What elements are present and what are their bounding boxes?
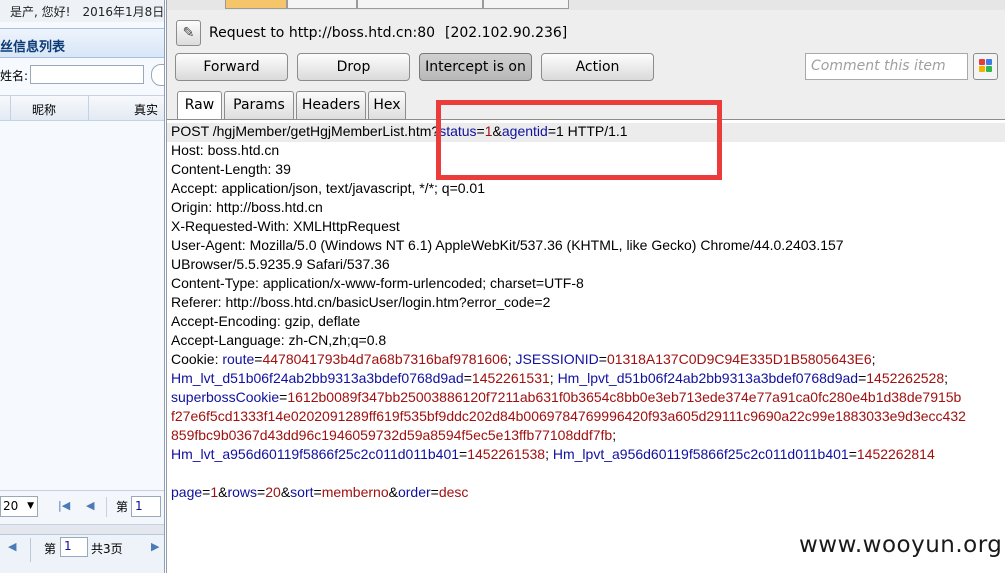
- header-accept: Accept: application/json, text/javascrip…: [171, 180, 486, 196]
- header-bar: 是产, 您好! 2016年1月8日: [0, 0, 165, 22]
- next-page-icon[interactable]: ▶: [151, 540, 159, 553]
- request-target-url: Request to http://boss.htd.cn:80: [209, 25, 436, 41]
- name-label: 姓名:: [0, 69, 29, 83]
- first-page-icon[interactable]: |◀: [58, 499, 70, 512]
- header-host: Host: boss.htd.cn: [171, 142, 280, 158]
- cookie-value: 1452262528: [866, 370, 945, 386]
- request-target-ip: [202.102.90.236]: [445, 25, 568, 41]
- header-accept-language: Accept-Language: zh-CN,zh;q=0.8: [171, 332, 387, 348]
- page-label: 第: [116, 500, 129, 514]
- intercept-toggle-button[interactable]: Intercept is on: [419, 53, 532, 81]
- cookie-name: Hm_lpvt_d51b06f24ab2bb9313a3bdef0768d9ad: [557, 370, 859, 386]
- param-value: 20: [265, 484, 281, 500]
- page-label: 第: [44, 542, 57, 556]
- tab-hex[interactable]: Hex: [368, 91, 406, 119]
- search-button[interactable]: [151, 64, 164, 86]
- param-value: memberno: [321, 484, 389, 500]
- cookie-name: Hm_lvt_a956d60119f5866f25c2c011d011b401: [171, 446, 460, 462]
- header-cookie: Cookie: route=4478041793b4d7a68b7316baf9…: [171, 351, 876, 367]
- prev-page-icon[interactable]: ◀: [86, 499, 94, 512]
- header-x-requested-with: X-Requested-With: XMLHttpRequest: [171, 218, 400, 234]
- edit-request-button[interactable]: ✎: [176, 20, 201, 46]
- search-row: 姓名:: [0, 62, 164, 88]
- cookie-line: Hm_lvt_d51b06f24ab2bb9313a3bdef0768d9ad=…: [171, 370, 949, 386]
- watermark: www.wooyun.org: [799, 532, 1003, 558]
- drop-button[interactable]: Drop: [297, 53, 410, 81]
- chevron-down-icon: ▼: [27, 501, 34, 511]
- page-number-input[interactable]: 1: [131, 496, 161, 517]
- name-input[interactable]: [30, 65, 144, 84]
- cookie-value: 1612b0089f347bb25003886120f7211ab631f0b3…: [287, 389, 962, 405]
- tab-intercept[interactable]: [225, 0, 287, 9]
- request-body: page=1&rows=20&sort=memberno&order=desc: [171, 484, 469, 500]
- cookie-line: f27e6f5cd1333f14e0202091289ff619f535bf9d…: [171, 408, 966, 427]
- header-accept-encoding: Accept-Encoding: gzip, deflate: [171, 313, 361, 329]
- greeting-text: 是产, 您好!: [10, 5, 71, 19]
- header-content-type: Content-Type: application/x-www-form-url…: [171, 275, 584, 291]
- top-tab-strip: [167, 0, 1005, 10]
- param-name: order: [397, 484, 431, 500]
- param-name: sort: [290, 484, 314, 500]
- tab-options[interactable]: [483, 0, 569, 9]
- cookie-value: 1452262814: [856, 446, 935, 462]
- cookie-value: 4478041793b4d7a68b7316baf9781606: [262, 351, 508, 367]
- column-divider: [10, 96, 11, 120]
- cookie-value: 1452261538: [467, 446, 546, 462]
- tab-params[interactable]: Params: [224, 91, 294, 119]
- forward-button[interactable]: Forward: [175, 53, 288, 81]
- param-value: 1: [210, 484, 219, 500]
- tab-websockets[interactable]: [357, 0, 483, 9]
- date-text: 2016年1月8日: [82, 5, 165, 19]
- param-name: page: [171, 484, 203, 500]
- header-origin: Origin: http://boss.htd.cn: [171, 199, 323, 215]
- highlight-color-button[interactable]: [973, 53, 998, 80]
- cookie-value: f27e6f5cd1333f14e0202091289ff619f535bf9d…: [171, 408, 966, 424]
- cookie-line: superbossCookie=1612b0089f347bb250038861…: [171, 389, 962, 405]
- page-size-select[interactable]: 20 ▼: [0, 496, 38, 517]
- header-user-agent: User-Agent: Mozilla/5.0 (Windows NT 6.1)…: [171, 237, 844, 253]
- header-content-length: Content-Length: 39: [171, 161, 291, 177]
- request-method-path: POST /hgjMember/getHgjMemberList.htm?: [171, 123, 440, 139]
- grid-header: 昵称 真实: [0, 95, 164, 121]
- tab-headers[interactable]: Headers: [296, 91, 366, 119]
- cookie-name: Hm_lvt_d51b06f24ab2bb9313a3bdef0768d9ad: [171, 370, 464, 386]
- param-value: desc: [438, 484, 469, 500]
- cookie-name: route: [222, 351, 255, 367]
- prev-page-icon[interactable]: ◀: [8, 540, 16, 553]
- cookie-value: 01318A137C0D9C94E335D1B5805643E6: [606, 351, 872, 367]
- header-referer: Referer: http://boss.htd.cn/basicUser/lo…: [171, 294, 551, 310]
- column-header-realname[interactable]: 真实: [134, 101, 158, 118]
- tab-raw[interactable]: Raw: [177, 91, 222, 120]
- param-name: rows: [227, 484, 258, 500]
- pager-divider: [106, 497, 107, 517]
- cookie-name: Hm_lpvt_a956d60119f5866f25c2c011d011b401: [552, 446, 849, 462]
- cookie-label: Cookie:: [171, 351, 223, 367]
- cookie-name: JSESSIONID: [515, 351, 599, 367]
- column-divider: [88, 96, 89, 120]
- page-number-input[interactable]: 1: [60, 537, 88, 557]
- pager-divider: [30, 538, 31, 562]
- header-user-agent-cont: UBrowser/5.5.9235.9 Safari/537.36: [171, 256, 390, 272]
- comment-input[interactable]: Comment this item: [805, 53, 968, 80]
- highlight-annotation-box: [436, 100, 722, 180]
- horizontal-scrollbar[interactable]: [0, 524, 164, 534]
- tab-history[interactable]: [287, 0, 357, 9]
- column-header-nickname[interactable]: 昵称: [32, 101, 56, 118]
- action-button[interactable]: Action: [541, 53, 654, 81]
- pagination-bar-bottom: ◀ 第 1 共3页 ▶: [0, 534, 164, 573]
- pagination-bar: 20 ▼ |◀ ◀ 第 1: [0, 490, 164, 524]
- proxy-intercept-panel: ✎ Request to http://boss.htd.cn:80 [202.1…: [166, 0, 1005, 573]
- web-app-panel: 是产, 您好! 2016年1月8日 丝信息列表 姓名: 昵称 真实 20 ▼ |◀ …: [0, 0, 165, 573]
- cookie-line: Hm_lvt_a956d60119f5866f25c2c011d011b401=…: [171, 446, 935, 462]
- panel-title: 丝信息列表: [0, 28, 164, 58]
- cookie-name: superbossCookie: [171, 389, 280, 405]
- page-size-value: 20: [3, 499, 19, 513]
- cookie-value: 1452261531: [471, 370, 550, 386]
- total-pages: 共3页: [91, 542, 123, 556]
- pencil-icon: ✎: [182, 25, 195, 41]
- cookie-value: 859fbc9b0367d43dd96c1946059732d59a8594f5…: [171, 427, 613, 443]
- raw-request-editor[interactable]: POST /hgjMember/getHgjMemberList.htm?sta…: [167, 119, 1005, 573]
- cookie-line: 859fbc9b0367d43dd96c1946059732d59a8594f5…: [171, 427, 617, 443]
- request-target: Request to http://boss.htd.cn:80 [202.102…: [209, 25, 567, 41]
